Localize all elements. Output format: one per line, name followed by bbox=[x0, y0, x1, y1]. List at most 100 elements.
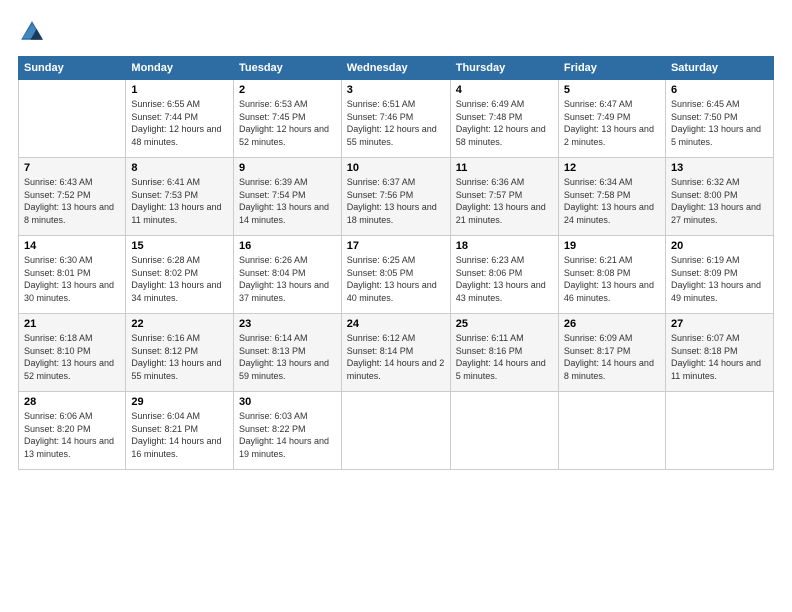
day-info: Sunrise: 6:26 AMSunset: 8:04 PMDaylight:… bbox=[239, 254, 336, 304]
day-info: Sunrise: 6:14 AMSunset: 8:13 PMDaylight:… bbox=[239, 332, 336, 382]
calendar-day-cell: 20 Sunrise: 6:19 AMSunset: 8:09 PMDayligh… bbox=[665, 236, 773, 314]
day-number: 19 bbox=[564, 240, 660, 252]
day-info: Sunrise: 6:12 AMSunset: 8:14 PMDaylight:… bbox=[347, 332, 445, 382]
day-info: Sunrise: 6:07 AMSunset: 8:18 PMDaylight:… bbox=[671, 332, 768, 382]
day-number: 21 bbox=[24, 318, 120, 330]
calendar-day-cell: 9Sunrise: 6:39 AMSunset: 7:54 PMDaylight… bbox=[233, 158, 341, 236]
day-number: 13 bbox=[671, 162, 768, 174]
day-info: Sunrise: 6:53 AMSunset: 7:45 PMDaylight:… bbox=[239, 98, 336, 148]
calendar-day-cell: 11Sunrise: 6:36 AMSunset: 7:57 PMDayligh… bbox=[450, 158, 558, 236]
day-number: 6 bbox=[671, 84, 768, 96]
day-number: 22 bbox=[131, 318, 228, 330]
day-info: Sunrise: 6:21 AMSunset: 8:08 PMDaylight:… bbox=[564, 254, 660, 304]
day-number: 4 bbox=[456, 84, 553, 96]
day-number: 11 bbox=[456, 162, 553, 174]
weekday-header-cell: Monday bbox=[126, 57, 234, 80]
calendar-week-row: 21 Sunrise: 6:18 AMSunset: 8:10 PMDayligh… bbox=[19, 314, 774, 392]
calendar-day-cell: 1 Sunrise: 6:55 AMSunset: 7:44 PMDaylight… bbox=[126, 80, 234, 158]
day-number: 29 bbox=[131, 396, 228, 408]
day-number: 25 bbox=[456, 318, 553, 330]
day-number: 7 bbox=[24, 162, 120, 174]
calendar-day-cell bbox=[558, 392, 665, 470]
day-info: Sunrise: 6:23 AMSunset: 8:06 PMDaylight:… bbox=[456, 254, 553, 304]
day-number: 3 bbox=[347, 84, 445, 96]
calendar-day-cell: 17 Sunrise: 6:25 AMSunset: 8:05 PMDayligh… bbox=[341, 236, 450, 314]
day-info: Sunrise: 6:25 AMSunset: 8:05 PMDaylight:… bbox=[347, 254, 445, 304]
calendar-day-cell bbox=[19, 80, 126, 158]
calendar-day-cell: 21 Sunrise: 6:18 AMSunset: 8:10 PMDayligh… bbox=[19, 314, 126, 392]
calendar-week-row: 14Sunrise: 6:30 AMSunset: 8:01 PMDayligh… bbox=[19, 236, 774, 314]
day-number: 16 bbox=[239, 240, 336, 252]
calendar-day-cell: 27 Sunrise: 6:07 AMSunset: 8:18 PMDayligh… bbox=[665, 314, 773, 392]
weekday-header-cell: Thursday bbox=[450, 57, 558, 80]
calendar-day-cell: 13 Sunrise: 6:32 AMSunset: 8:00 PMDayligh… bbox=[665, 158, 773, 236]
day-info: Sunrise: 6:55 AMSunset: 7:44 PMDaylight:… bbox=[131, 98, 228, 148]
calendar-day-cell: 23 Sunrise: 6:14 AMSunset: 8:13 PMDayligh… bbox=[233, 314, 341, 392]
day-info: Sunrise: 6:16 AMSunset: 8:12 PMDaylight:… bbox=[131, 332, 228, 382]
day-info: Sunrise: 6:37 AMSunset: 7:56 PMDaylight:… bbox=[347, 176, 445, 226]
day-number: 28 bbox=[24, 396, 120, 408]
weekday-header-row: SundayMondayTuesdayWednesdayThursdayFrid… bbox=[19, 57, 774, 80]
day-info: Sunrise: 6:49 AMSunset: 7:48 PMDaylight:… bbox=[456, 98, 553, 148]
calendar-day-cell bbox=[450, 392, 558, 470]
day-info: Sunrise: 6:04 AMSunset: 8:21 PMDaylight:… bbox=[131, 410, 228, 460]
calendar-body: 1 Sunrise: 6:55 AMSunset: 7:44 PMDaylight… bbox=[19, 80, 774, 470]
weekday-header-cell: Saturday bbox=[665, 57, 773, 80]
day-info: Sunrise: 6:51 AMSunset: 7:46 PMDaylight:… bbox=[347, 98, 445, 148]
calendar-day-cell: 7 Sunrise: 6:43 AMSunset: 7:52 PMDaylight… bbox=[19, 158, 126, 236]
calendar-day-cell: 10Sunrise: 6:37 AMSunset: 7:56 PMDayligh… bbox=[341, 158, 450, 236]
weekday-header-cell: Friday bbox=[558, 57, 665, 80]
day-info: Sunrise: 6:11 AMSunset: 8:16 PMDaylight:… bbox=[456, 332, 553, 382]
day-number: 1 bbox=[131, 84, 228, 96]
day-number: 17 bbox=[347, 240, 445, 252]
calendar-week-row: 28 Sunrise: 6:06 AMSunset: 8:20 PMDayligh… bbox=[19, 392, 774, 470]
calendar-day-cell: 22 Sunrise: 6:16 AMSunset: 8:12 PMDayligh… bbox=[126, 314, 234, 392]
day-info: Sunrise: 6:43 AMSunset: 7:52 PMDaylight:… bbox=[24, 176, 120, 226]
header bbox=[18, 18, 774, 46]
calendar-day-cell: 16 Sunrise: 6:26 AMSunset: 8:04 PMDayligh… bbox=[233, 236, 341, 314]
calendar-day-cell: 5 Sunrise: 6:47 AMSunset: 7:49 PMDaylight… bbox=[558, 80, 665, 158]
day-number: 8 bbox=[131, 162, 228, 174]
day-number: 23 bbox=[239, 318, 336, 330]
day-info: Sunrise: 6:28 AMSunset: 8:02 PMDaylight:… bbox=[131, 254, 228, 304]
day-info: Sunrise: 6:19 AMSunset: 8:09 PMDaylight:… bbox=[671, 254, 768, 304]
calendar-day-cell: 15Sunrise: 6:28 AMSunset: 8:02 PMDayligh… bbox=[126, 236, 234, 314]
calendar-day-cell: 26 Sunrise: 6:09 AMSunset: 8:17 PMDayligh… bbox=[558, 314, 665, 392]
day-info: Sunrise: 6:18 AMSunset: 8:10 PMDaylight:… bbox=[24, 332, 120, 382]
day-number: 27 bbox=[671, 318, 768, 330]
calendar-day-cell: 19 Sunrise: 6:21 AMSunset: 8:08 PMDayligh… bbox=[558, 236, 665, 314]
calendar-day-cell bbox=[665, 392, 773, 470]
logo-icon bbox=[18, 18, 46, 46]
calendar-week-row: 7 Sunrise: 6:43 AMSunset: 7:52 PMDaylight… bbox=[19, 158, 774, 236]
day-number: 12 bbox=[564, 162, 660, 174]
day-info: Sunrise: 6:34 AMSunset: 7:58 PMDaylight:… bbox=[564, 176, 660, 226]
calendar-day-cell: 28 Sunrise: 6:06 AMSunset: 8:20 PMDayligh… bbox=[19, 392, 126, 470]
weekday-header-cell: Tuesday bbox=[233, 57, 341, 80]
calendar-day-cell: 14Sunrise: 6:30 AMSunset: 8:01 PMDayligh… bbox=[19, 236, 126, 314]
calendar-day-cell: 4 Sunrise: 6:49 AMSunset: 7:48 PMDaylight… bbox=[450, 80, 558, 158]
calendar-day-cell: 24 Sunrise: 6:12 AMSunset: 8:14 PMDayligh… bbox=[341, 314, 450, 392]
weekday-header-cell: Wednesday bbox=[341, 57, 450, 80]
day-number: 5 bbox=[564, 84, 660, 96]
calendar-day-cell: 29 Sunrise: 6:04 AMSunset: 8:21 PMDayligh… bbox=[126, 392, 234, 470]
day-info: Sunrise: 6:41 AMSunset: 7:53 PMDaylight:… bbox=[131, 176, 228, 226]
page: SundayMondayTuesdayWednesdayThursdayFrid… bbox=[0, 0, 792, 612]
day-info: Sunrise: 6:06 AMSunset: 8:20 PMDaylight:… bbox=[24, 410, 120, 460]
day-info: Sunrise: 6:30 AMSunset: 8:01 PMDaylight:… bbox=[24, 254, 120, 304]
calendar-day-cell: 8 Sunrise: 6:41 AMSunset: 7:53 PMDaylight… bbox=[126, 158, 234, 236]
day-info: Sunrise: 6:39 AMSunset: 7:54 PMDaylight:… bbox=[239, 176, 336, 226]
calendar-day-cell: 30Sunrise: 6:03 AMSunset: 8:22 PMDayligh… bbox=[233, 392, 341, 470]
calendar-day-cell: 6 Sunrise: 6:45 AMSunset: 7:50 PMDaylight… bbox=[665, 80, 773, 158]
calendar-table: SundayMondayTuesdayWednesdayThursdayFrid… bbox=[18, 56, 774, 470]
weekday-header-cell: Sunday bbox=[19, 57, 126, 80]
day-info: Sunrise: 6:45 AMSunset: 7:50 PMDaylight:… bbox=[671, 98, 768, 148]
day-number: 24 bbox=[347, 318, 445, 330]
calendar-day-cell: 3 Sunrise: 6:51 AMSunset: 7:46 PMDaylight… bbox=[341, 80, 450, 158]
day-info: Sunrise: 6:47 AMSunset: 7:49 PMDaylight:… bbox=[564, 98, 660, 148]
day-info: Sunrise: 6:32 AMSunset: 8:00 PMDaylight:… bbox=[671, 176, 768, 226]
day-info: Sunrise: 6:09 AMSunset: 8:17 PMDaylight:… bbox=[564, 332, 660, 382]
day-number: 30 bbox=[239, 396, 336, 408]
logo bbox=[18, 18, 50, 46]
day-number: 20 bbox=[671, 240, 768, 252]
day-number: 26 bbox=[564, 318, 660, 330]
